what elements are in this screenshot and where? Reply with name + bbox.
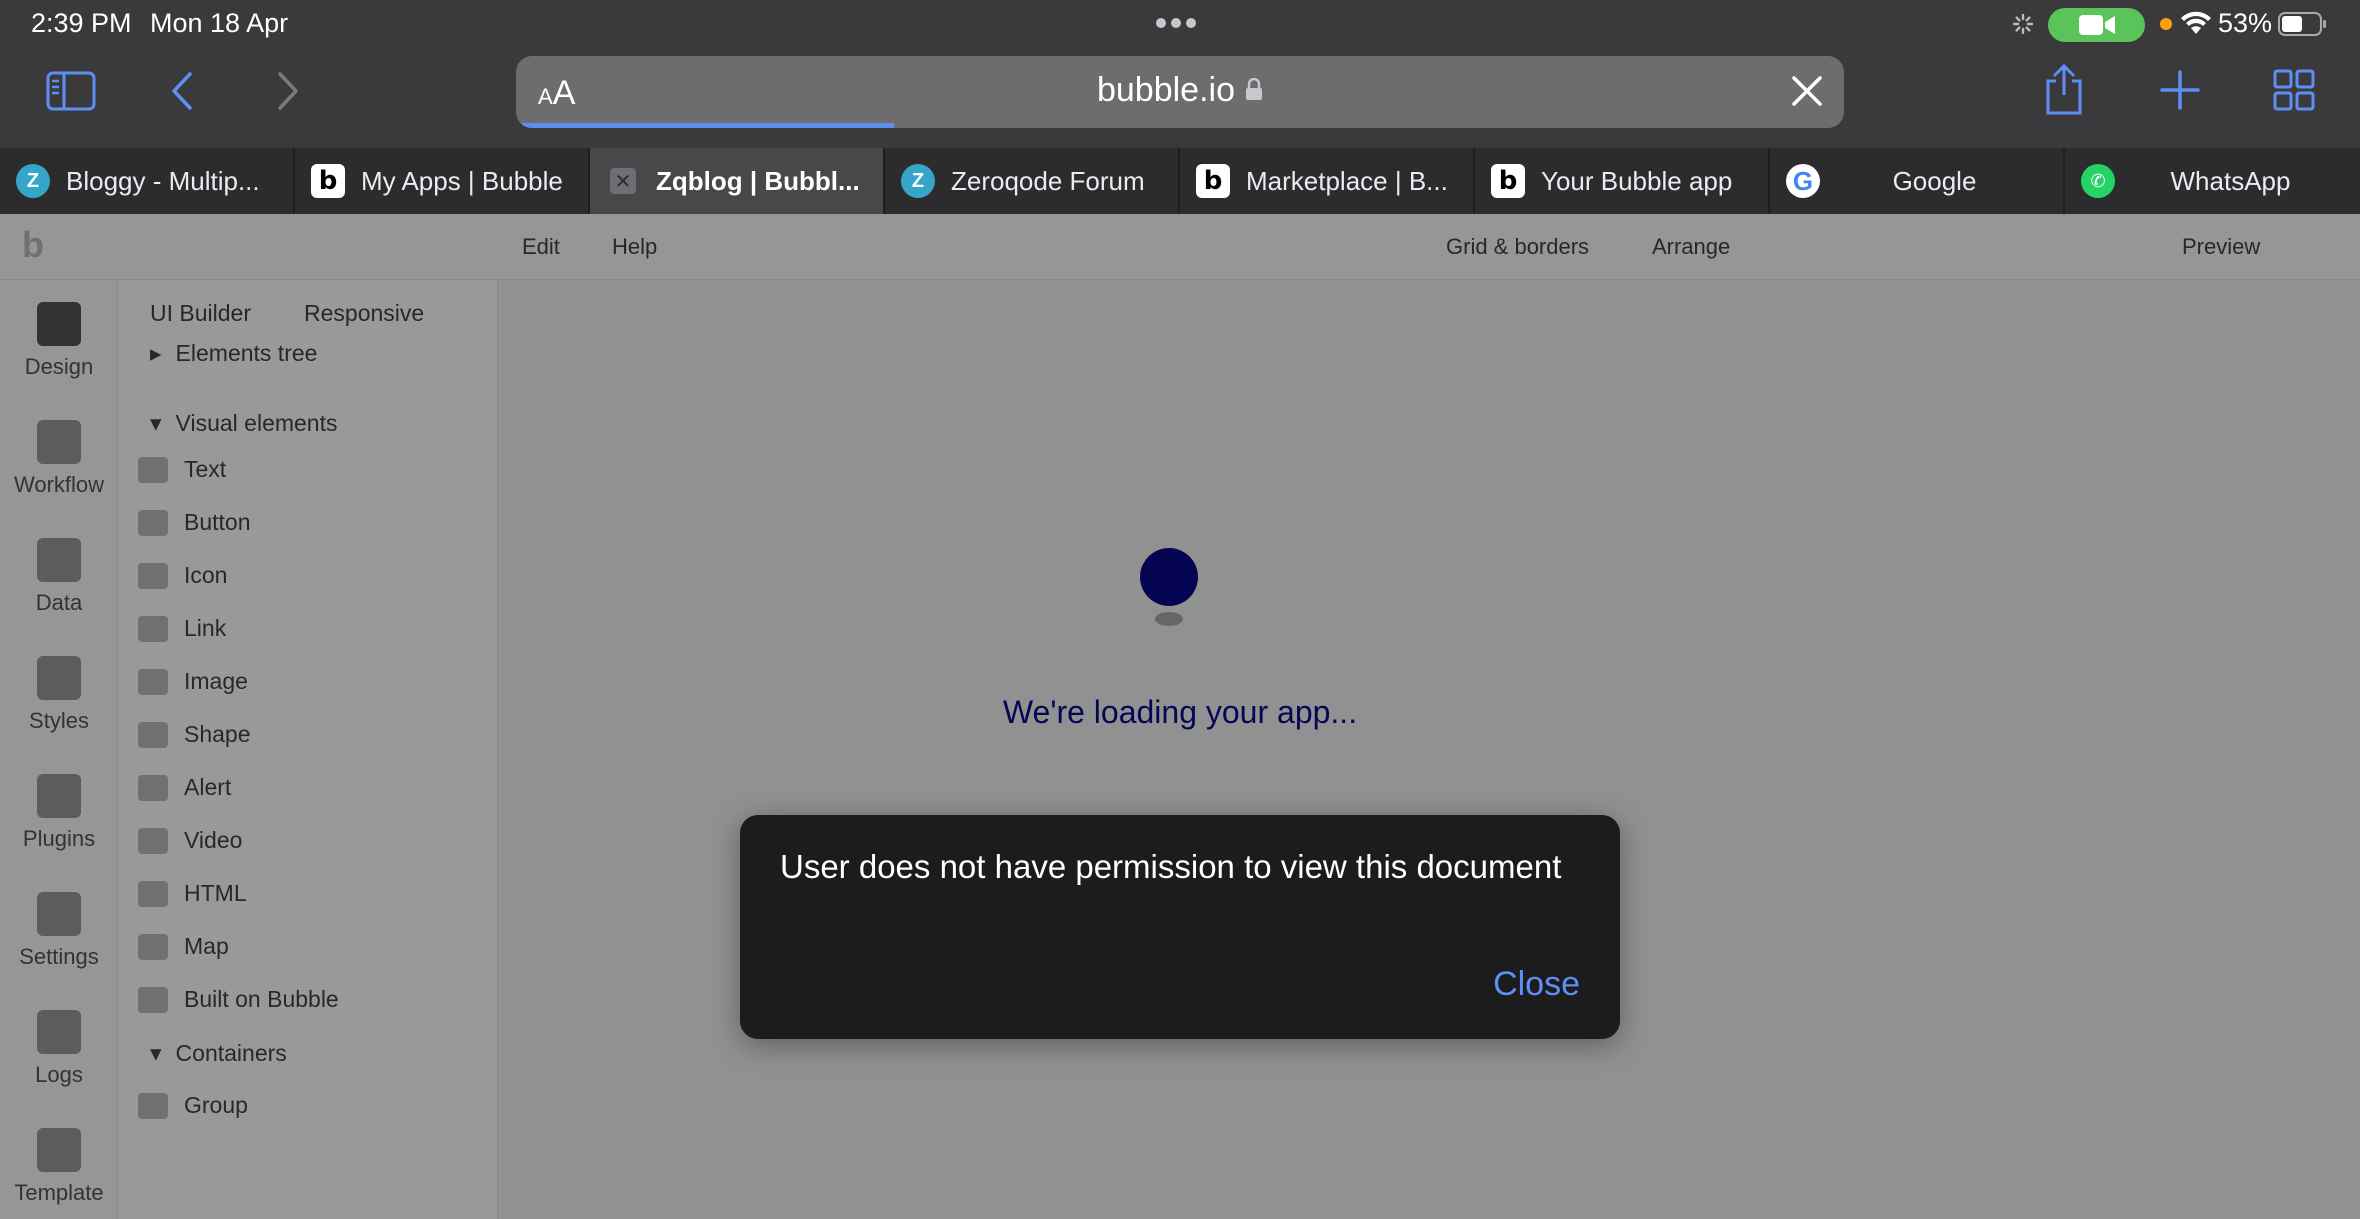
- permission-alert-dialog: User does not have permission to view th…: [740, 815, 1620, 1039]
- whatsapp-icon: ✆: [2081, 164, 2115, 198]
- google-icon: G: [1786, 164, 1820, 198]
- tab-marketplace[interactable]: b Marketplace | B...: [1180, 148, 1475, 214]
- address-bar[interactable]: AA bubble.io: [516, 56, 1844, 128]
- alert-message: User does not have permission to view th…: [780, 848, 1562, 885]
- tab-title: Bloggy - Multip...: [66, 165, 260, 196]
- tab-overview-icon[interactable]: [2272, 68, 2316, 112]
- zeroqode-icon: Z: [901, 164, 935, 198]
- tab-my-apps[interactable]: b My Apps | Bubble: [295, 148, 590, 214]
- tab-title: Google: [1892, 165, 1977, 196]
- close-button[interactable]: Close: [1493, 965, 1580, 1004]
- status-time: 2:39 PM: [31, 8, 132, 38]
- url-text: bubble.io: [1096, 71, 1235, 109]
- zeroqode-icon: Z: [16, 164, 50, 198]
- browser-toolbar: AA bubble.io: [0, 48, 2360, 148]
- url-display[interactable]: bubble.io: [516, 71, 1844, 110]
- wifi-icon: [2181, 11, 2211, 34]
- multitasking-dots-icon[interactable]: [1156, 18, 1196, 28]
- page-load-progress: [516, 123, 894, 128]
- video-camera-icon: [2078, 15, 2115, 35]
- share-icon[interactable]: [2040, 62, 2088, 118]
- bubble-icon: b: [1196, 164, 1230, 198]
- stop-loading-icon[interactable]: [1788, 72, 1826, 110]
- tab-title: Marketplace | B...: [1246, 165, 1448, 196]
- tab-google[interactable]: G Google: [1770, 148, 2065, 214]
- modal-backdrop: [0, 214, 2360, 1219]
- new-tab-icon[interactable]: [2158, 68, 2202, 112]
- tab-zeroqode-forum[interactable]: Z Zeroqode Forum: [885, 148, 1180, 214]
- tab-title: Zqblog | Bubbl...: [656, 165, 860, 196]
- tab-bloggy[interactable]: Z Bloggy - Multip...: [0, 148, 295, 214]
- tab-title: WhatsApp: [2170, 165, 2291, 196]
- activity-spinner-icon: [2012, 13, 2034, 35]
- forward-icon[interactable]: [270, 68, 306, 114]
- tab-whatsapp[interactable]: ✆ WhatsApp: [2065, 148, 2360, 214]
- tab-title: My Apps | Bubble: [361, 165, 563, 196]
- close-tab-icon[interactable]: ✕: [610, 168, 636, 194]
- tab-your-bubble-app[interactable]: b Your Bubble app: [1475, 148, 1770, 214]
- battery-percent: 53%: [2218, 8, 2273, 38]
- tab-title: Zeroqode Forum: [951, 165, 1145, 196]
- status-date: Mon 18 Apr: [150, 8, 289, 38]
- bubble-icon: b: [311, 164, 345, 198]
- tab-bar: Z Bloggy - Multip... b My Apps | Bubble …: [0, 148, 2360, 214]
- tab-zqblog[interactable]: ✕ Zqblog | Bubbl...: [590, 148, 885, 214]
- microphone-indicator: [2160, 18, 2172, 30]
- back-icon[interactable]: [164, 68, 200, 114]
- sidebar-icon[interactable]: [44, 68, 98, 114]
- facetime-indicator[interactable]: [2048, 8, 2145, 42]
- status-bar: 2:39 PM Mon 18 Apr 53%: [0, 0, 2360, 48]
- battery-icon: [2278, 12, 2326, 36]
- tab-title: Your Bubble app: [1541, 165, 1733, 196]
- bubble-icon: b: [1491, 164, 1525, 198]
- lock-icon: [1246, 78, 1262, 100]
